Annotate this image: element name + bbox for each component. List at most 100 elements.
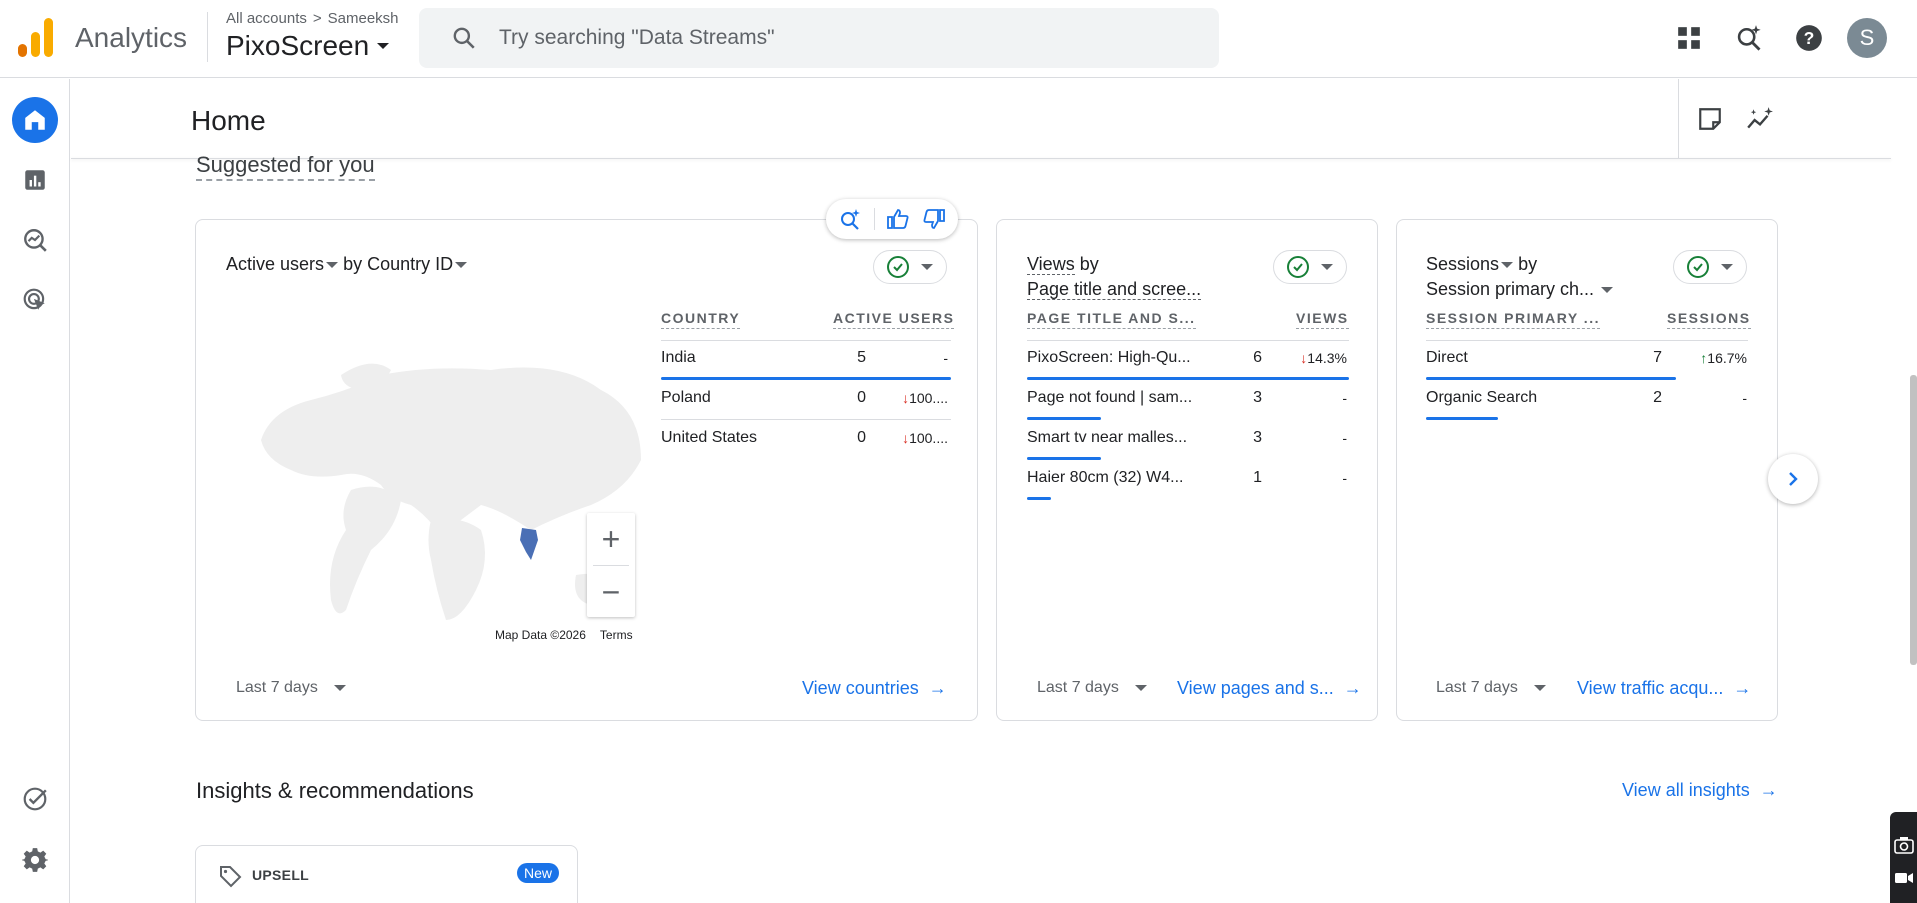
by-label: by xyxy=(343,254,363,274)
table-row-name[interactable]: PixoScreen: High-Qu... xyxy=(1027,349,1207,367)
column-header-page-title[interactable]: PAGE TITLE AND S... xyxy=(1027,310,1196,329)
view-pages-link[interactable]: View pages and s... → xyxy=(1177,678,1362,699)
nav-admin[interactable] xyxy=(12,837,58,883)
metric-selector[interactable]: Active users xyxy=(226,254,339,274)
table-row-value: 3 xyxy=(1253,429,1262,446)
nav-advertising[interactable] xyxy=(12,277,58,323)
map-credit: Map Data ©2026 xyxy=(495,628,586,642)
column-header-sessions[interactable]: SESSIONS xyxy=(1667,310,1751,329)
apps-grid-icon[interactable] xyxy=(1669,18,1709,58)
chevron-down-icon xyxy=(921,264,933,270)
nav-home[interactable] xyxy=(12,97,58,143)
view-traffic-acquisition-link[interactable]: View traffic acqu... → xyxy=(1577,678,1751,699)
search-insights-icon[interactable] xyxy=(1729,18,1769,58)
admin-check-icon xyxy=(23,787,47,811)
table-row-value: 0 xyxy=(857,429,866,446)
table-row-change: - xyxy=(1342,470,1347,486)
notes-icon[interactable] xyxy=(1694,103,1726,135)
column-header-country[interactable]: COUNTRY xyxy=(661,310,741,329)
page-scrollbar[interactable] xyxy=(1910,375,1917,665)
check-icon xyxy=(1287,256,1309,278)
row-bar xyxy=(1027,497,1051,500)
by-label: by xyxy=(1079,254,1099,274)
explore-icon xyxy=(24,229,47,252)
chevron-right-icon xyxy=(1789,472,1798,486)
zoom-out-button[interactable]: − xyxy=(587,566,635,618)
table-row-name[interactable]: Direct xyxy=(1426,349,1606,367)
arrow-right-icon: → xyxy=(1733,678,1752,698)
table-row-value: 3 xyxy=(1253,389,1262,406)
table-row-value: 0 xyxy=(857,389,866,406)
nav-explore[interactable] xyxy=(12,217,58,263)
advertising-icon xyxy=(23,288,45,310)
date-range-selector[interactable]: Last 7 days xyxy=(1436,679,1546,697)
account-avatar[interactable]: S xyxy=(1847,18,1887,58)
arrow-right-icon: → xyxy=(1759,780,1778,800)
table-row-change: - xyxy=(1342,390,1347,406)
search-input[interactable] xyxy=(499,26,1149,50)
metric-selector[interactable]: Sessions xyxy=(1426,254,1514,274)
thumbs-down-icon[interactable] xyxy=(922,207,946,231)
chevron-down-icon xyxy=(1321,264,1333,270)
map-attribution: Map Data ©2026 Terms xyxy=(491,628,637,642)
suggested-heading[interactable]: Suggested for you xyxy=(196,152,375,181)
breadcrumb-separator: > xyxy=(312,10,322,27)
status-dropdown[interactable] xyxy=(873,250,947,284)
breadcrumb-root[interactable]: All accounts xyxy=(226,10,307,27)
top-app-bar: Analytics All accounts > Sameeksh PixoSc… xyxy=(0,0,1917,78)
row-bar xyxy=(661,377,951,380)
dimension-selector[interactable]: Country ID xyxy=(367,254,468,274)
column-header-session-channel[interactable]: SESSION PRIMARY ... xyxy=(1426,310,1600,329)
table-row-change: ↑16.7% xyxy=(1700,350,1747,366)
table-row-value: 7 xyxy=(1653,349,1662,366)
column-header-views[interactable]: VIEWS xyxy=(1296,310,1349,329)
dimension-selector[interactable]: Session primary ch... xyxy=(1426,279,1614,299)
upsell-insight-card[interactable]: UPSELL New xyxy=(195,845,578,903)
column-header-active-users[interactable]: ACTIVE USERS xyxy=(833,310,955,329)
date-range-selector[interactable]: Last 7 days xyxy=(1037,679,1147,697)
zoom-in-button[interactable]: + xyxy=(587,513,635,565)
breadcrumb[interactable]: All accounts > Sameeksh xyxy=(226,10,399,27)
breadcrumb-account[interactable]: Sameeksh xyxy=(328,10,399,27)
analytics-logo-icon[interactable] xyxy=(18,18,54,58)
next-cards-button[interactable] xyxy=(1768,454,1818,504)
search-bar[interactable] xyxy=(419,8,1219,68)
metric-selector[interactable]: Views xyxy=(1027,254,1075,275)
property-name: PixoScreen xyxy=(226,30,370,61)
status-dropdown[interactable] xyxy=(1273,250,1347,284)
divider xyxy=(207,12,208,62)
status-dropdown[interactable] xyxy=(1673,250,1747,284)
view-all-insights-link[interactable]: View all insights → xyxy=(1622,780,1778,801)
table-row-name[interactable]: United States xyxy=(661,429,811,447)
table-row-name[interactable]: Smart tv near malles... xyxy=(1027,429,1207,447)
dimension-selector[interactable]: Page title and scree... xyxy=(1027,279,1202,300)
table-row-change: ↓100.... xyxy=(902,390,948,406)
feedback-pill xyxy=(826,199,958,239)
nav-configure[interactable] xyxy=(12,776,58,822)
table-row-name[interactable]: Poland xyxy=(661,389,811,407)
table-row-name[interactable]: Organic Search xyxy=(1426,389,1606,407)
table-row-name[interactable]: India xyxy=(661,349,811,367)
table-row-change: - xyxy=(943,350,948,366)
table-row-change: - xyxy=(1742,390,1747,406)
search-insights-icon[interactable] xyxy=(838,207,862,231)
left-nav xyxy=(0,79,70,903)
table-row-name[interactable]: Haier 80cm (32) W4... xyxy=(1027,469,1207,487)
card-active-users: Active users by Country ID + − Map Data … xyxy=(195,219,978,721)
camera-icon xyxy=(1894,837,1914,854)
property-selector[interactable]: PixoScreen xyxy=(226,30,390,62)
table-row-change: - xyxy=(1342,430,1347,446)
date-range-selector[interactable]: Last 7 days xyxy=(236,679,346,697)
help-icon[interactable]: ? xyxy=(1789,18,1829,58)
map-terms-link[interactable]: Terms xyxy=(600,628,633,642)
insights-sparkle-icon[interactable] xyxy=(1744,103,1776,135)
view-countries-link[interactable]: View countries → xyxy=(802,678,947,699)
screen-capture-widget[interactable] xyxy=(1890,812,1917,903)
row-bar xyxy=(1027,377,1349,380)
reports-icon xyxy=(25,170,45,190)
top-actions: ? S xyxy=(1649,18,1917,58)
thumbs-up-icon[interactable] xyxy=(886,207,910,231)
app-name: Analytics xyxy=(75,22,188,53)
table-row-name[interactable]: Page not found | sam... xyxy=(1027,389,1207,407)
nav-reports[interactable] xyxy=(12,157,58,203)
